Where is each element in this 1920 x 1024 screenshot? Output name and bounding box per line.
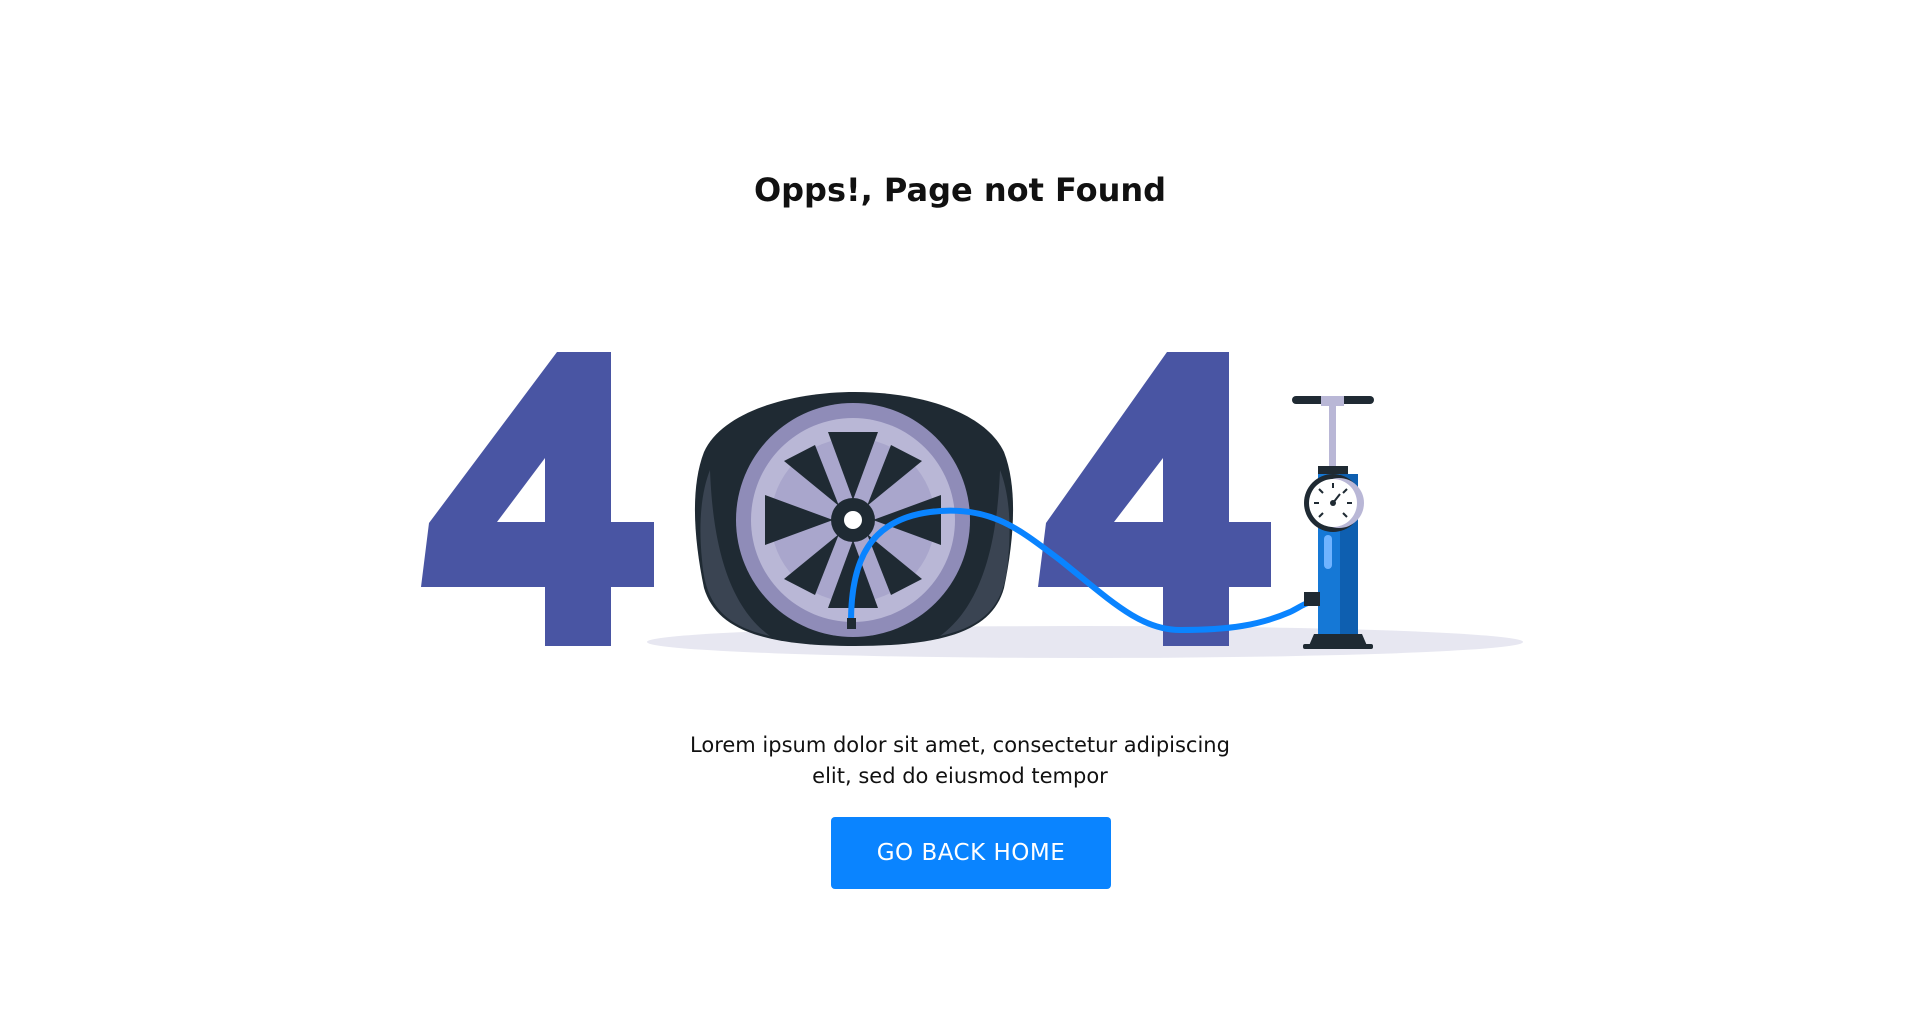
error-message-line-2: elit, sed do eiusmod tempor bbox=[812, 764, 1108, 788]
digit-four-icon bbox=[421, 352, 654, 646]
error-message: Lorem ipsum dolor sit amet, consectetur … bbox=[0, 730, 1920, 792]
hose-nozzle bbox=[847, 618, 856, 629]
digit-four-icon bbox=[1038, 352, 1271, 646]
go-back-home-button[interactable]: GO BACK HOME bbox=[831, 817, 1111, 889]
error-message-line-1: Lorem ipsum dolor sit amet, consectetur … bbox=[690, 733, 1230, 757]
